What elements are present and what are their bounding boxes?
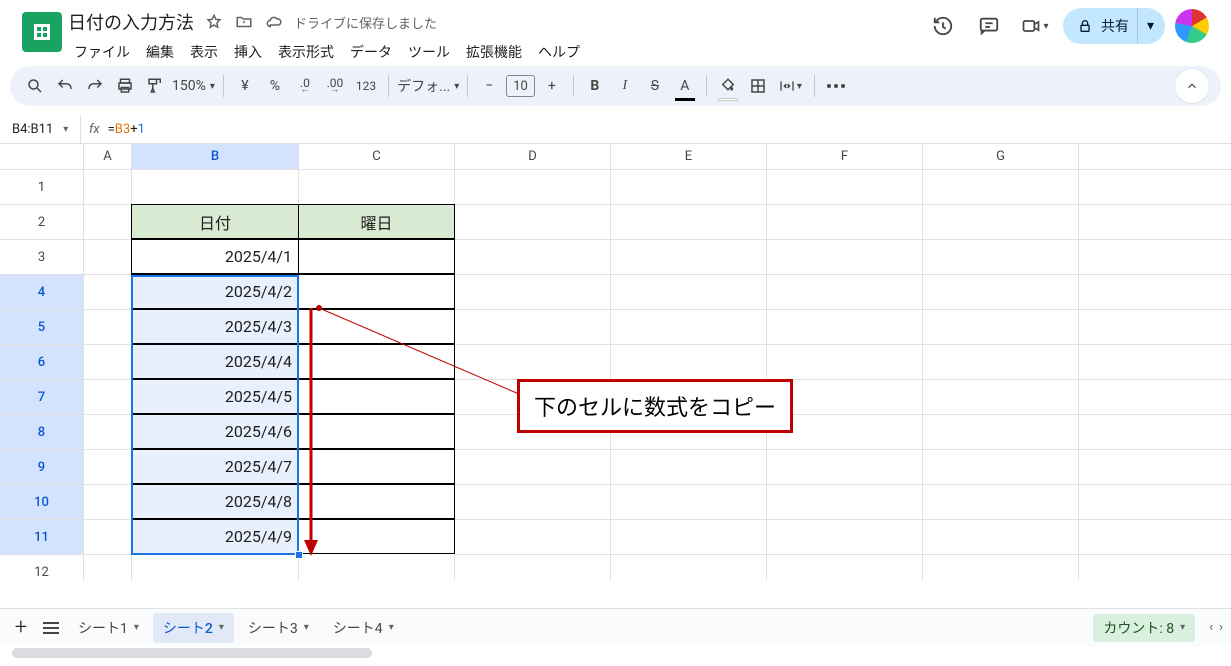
more-tools-icon[interactable] xyxy=(823,72,849,100)
avatar[interactable] xyxy=(1175,9,1209,43)
font-name: デフォ... xyxy=(397,76,450,96)
zoom-value: 150% xyxy=(172,78,206,94)
formula-bar: B4:B11 ▾ fx =B3+1 xyxy=(0,116,1231,144)
borders-button[interactable] xyxy=(745,72,771,100)
meet-icon[interactable]: ▾ xyxy=(1017,8,1053,44)
redo-icon[interactable] xyxy=(82,72,108,100)
tab-caret-icon[interactable]: ▾ xyxy=(304,622,309,633)
search-icon[interactable] xyxy=(22,72,48,100)
row-header[interactable]: 3 xyxy=(0,240,84,275)
percent-button[interactable]: % xyxy=(262,72,288,100)
document-title[interactable]: 日付の入力方法 xyxy=(68,9,194,35)
tab-caret-icon[interactable]: ▾ xyxy=(134,622,139,633)
paint-format-icon[interactable] xyxy=(142,72,168,100)
annotation-arrow xyxy=(299,304,529,564)
sheet-tab-bar: + シート1▾シート2▾シート3▾シート4▾ カウント: 8▾ ‹ › xyxy=(0,608,1231,646)
row-header[interactable]: 1 xyxy=(0,170,84,205)
menu-format[interactable]: 表示形式 xyxy=(272,38,340,66)
sheets-logo[interactable] xyxy=(22,12,62,52)
increase-decimal-button[interactable]: .00→ xyxy=(322,72,348,100)
all-sheets-icon[interactable] xyxy=(38,614,64,642)
row-header[interactable]: 11 xyxy=(0,520,84,555)
bold-button[interactable]: B xyxy=(582,72,608,100)
comments-icon[interactable] xyxy=(971,8,1007,44)
row-header[interactable]: 9 xyxy=(0,450,84,485)
menu-data[interactable]: データ xyxy=(344,38,398,66)
col-header[interactable]: F xyxy=(767,144,923,170)
menubar: ファイル 編集 表示 挿入 表示形式 データ ツール 拡張機能 ヘルプ xyxy=(68,38,925,66)
save-status: ドライブに保存しました xyxy=(294,13,437,32)
undo-icon[interactable] xyxy=(52,72,78,100)
sheet-tab[interactable]: シート1▾ xyxy=(68,613,149,643)
annotation-callout: 下のセルに数式をコピー xyxy=(517,379,793,433)
row-header[interactable]: 8 xyxy=(0,415,84,450)
merge-button[interactable]: ▾ xyxy=(775,72,806,100)
name-box-value: B4:B11 xyxy=(12,122,53,137)
fill-color-button[interactable] xyxy=(715,72,741,100)
status-count[interactable]: カウント: 8▾ xyxy=(1093,614,1195,642)
sheet-tab[interactable]: シート4▾ xyxy=(323,613,404,643)
increase-font-button[interactable]: + xyxy=(539,72,565,100)
menu-insert[interactable]: 挿入 xyxy=(228,38,268,66)
row-header[interactable]: 10 xyxy=(0,485,84,520)
formula-input[interactable]: =B3+1 xyxy=(108,122,145,137)
header-actions: ▾ 共有 ▾ xyxy=(925,8,1223,44)
name-box[interactable]: B4:B11 ▾ xyxy=(0,122,80,137)
row-header[interactable]: 6 xyxy=(0,345,84,380)
sheet-tab[interactable]: シート3▾ xyxy=(238,613,319,643)
move-folder-icon[interactable] xyxy=(234,12,254,32)
decrease-decimal-button[interactable]: .0← xyxy=(292,72,318,100)
name-box-caret-icon[interactable]: ▾ xyxy=(63,124,68,135)
toolbar: 150%▾ ¥ % .0← .00→ 123 デフォ...▾ − 10 + B … xyxy=(10,66,1221,106)
col-header[interactable]: A xyxy=(84,144,132,170)
share-label: 共有 xyxy=(1101,16,1129,36)
tab-caret-icon[interactable]: ▾ xyxy=(389,622,394,633)
tab-nav-right-icon[interactable]: › xyxy=(1219,620,1223,635)
italic-button[interactable]: I xyxy=(612,72,638,100)
fx-icon: fx xyxy=(80,116,108,143)
sheet-tab[interactable]: シート2▾ xyxy=(153,613,234,643)
font-dropdown[interactable]: デフォ...▾ xyxy=(397,76,459,96)
row-header[interactable]: 7 xyxy=(0,380,84,415)
collapse-toolbar-icon[interactable] xyxy=(1175,69,1209,103)
horizontal-scrollbar[interactable] xyxy=(12,648,372,658)
tab-nav-left-icon[interactable]: ‹ xyxy=(1209,620,1213,635)
zoom-dropdown[interactable]: 150%▾ xyxy=(172,78,215,94)
currency-button[interactable]: ¥ xyxy=(232,72,258,100)
col-header[interactable]: C xyxy=(299,144,455,170)
col-header[interactable]: G xyxy=(923,144,1079,170)
row-header[interactable]: 12 xyxy=(0,555,84,580)
lock-icon xyxy=(1077,18,1093,34)
print-icon[interactable] xyxy=(112,72,138,100)
strikethrough-button[interactable]: S xyxy=(642,72,668,100)
row-header[interactable]: 5 xyxy=(0,310,84,345)
share-button[interactable]: 共有 ▾ xyxy=(1063,8,1165,44)
col-header[interactable]: E xyxy=(611,144,767,170)
star-icon[interactable] xyxy=(204,12,224,32)
col-header[interactable]: D xyxy=(455,144,611,170)
menu-view[interactable]: 表示 xyxy=(184,38,224,66)
more-formats-button[interactable]: 123 xyxy=(352,72,380,100)
spreadsheet-grid[interactable]: ABCDEFG12日付曜日32025/4/142025/4/252025/4/3… xyxy=(0,144,1231,580)
share-caret-icon[interactable]: ▾ xyxy=(1137,8,1163,44)
col-header[interactable]: B xyxy=(132,144,299,170)
decrease-font-button[interactable]: − xyxy=(476,72,502,100)
history-icon[interactable] xyxy=(925,8,961,44)
row-header[interactable]: 4 xyxy=(0,275,84,310)
menu-edit[interactable]: 編集 xyxy=(140,38,180,66)
menu-tools[interactable]: ツール xyxy=(402,38,456,66)
row-header[interactable]: 2 xyxy=(0,205,84,240)
menu-help[interactable]: ヘルプ xyxy=(532,38,586,66)
menu-extensions[interactable]: 拡張機能 xyxy=(460,38,528,66)
menu-file[interactable]: ファイル xyxy=(68,38,136,66)
titlebar: 日付の入力方法 ドライブに保存しました ファイル 編集 表示 挿入 表示形式 デ… xyxy=(0,0,1231,64)
text-color-button[interactable]: A xyxy=(672,72,698,100)
tab-caret-icon[interactable]: ▾ xyxy=(219,622,224,633)
add-sheet-button[interactable]: + xyxy=(8,614,34,642)
cloud-saved-icon[interactable] xyxy=(264,12,284,32)
font-size-input[interactable]: 10 xyxy=(506,75,535,97)
